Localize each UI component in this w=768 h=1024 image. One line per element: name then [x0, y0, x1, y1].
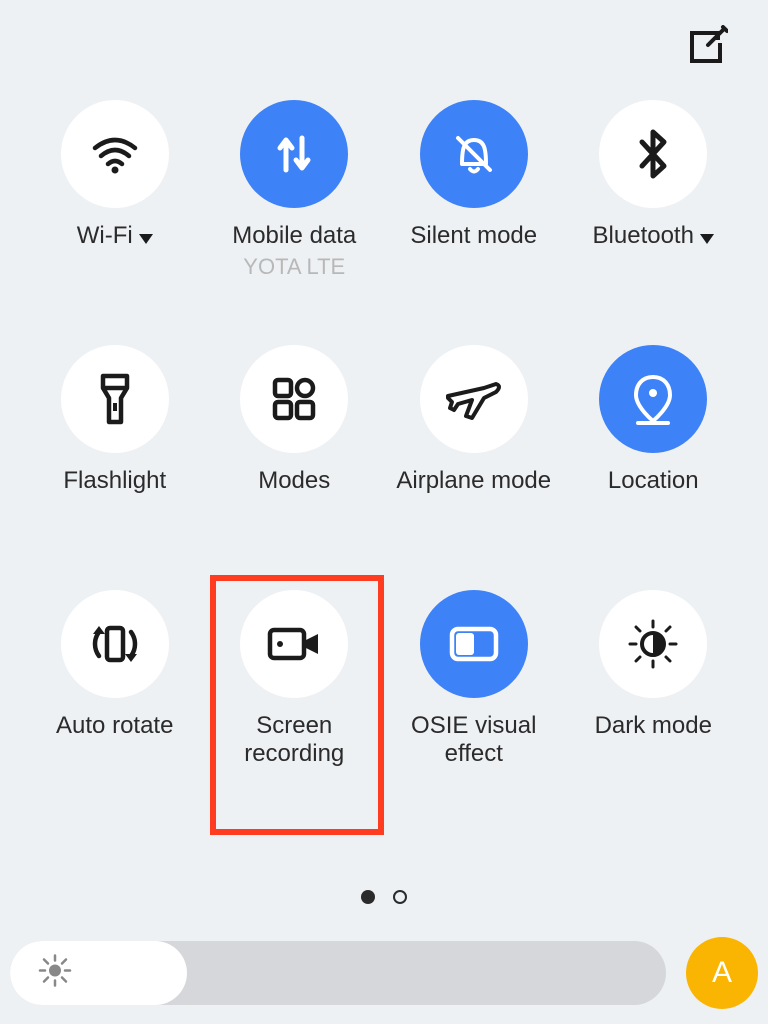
tile-bluetooth[interactable]: Bluetooth [564, 100, 744, 280]
auto-brightness-button[interactable]: A [686, 937, 758, 1009]
auto-brightness-label: A [712, 956, 732, 990]
tile-label-block: Flashlight [63, 467, 166, 525]
tile-label: Modes [258, 467, 330, 495]
tile-label-block: Auto rotate [56, 712, 173, 770]
tile-silent-mode[interactable]: Silent mode [384, 100, 564, 280]
dark-icon [599, 590, 707, 698]
modes-icon [240, 345, 348, 453]
edit-tiles-button[interactable] [684, 25, 728, 69]
brightness-slider-fill [10, 941, 187, 1005]
tile-mobile-data[interactable]: Mobile data YOTA LTE [205, 100, 385, 280]
tile-label-block: Location [608, 467, 699, 525]
wifi-icon [61, 100, 169, 208]
tile-label: Flashlight [63, 467, 166, 495]
tile-wifi[interactable]: Wi-Fi [25, 100, 205, 280]
tile-label: Screen recording [205, 712, 385, 768]
tile-label-block: Wi-Fi [77, 222, 153, 280]
tile-osie-visual-effect[interactable]: OSIE visual effect [384, 590, 564, 770]
brightness-row: A [10, 937, 758, 1009]
tile-label-block: Airplane mode [396, 467, 551, 525]
tile-label-block: Bluetooth [593, 222, 714, 280]
page-indicator[interactable] [0, 890, 768, 904]
chevron-down-icon [139, 223, 153, 251]
tile-dark-mode[interactable]: Dark mode [564, 590, 744, 770]
tile-label-block: OSIE visual effect [384, 712, 564, 770]
flashlight-icon [61, 345, 169, 453]
tile-modes[interactable]: Modes [205, 345, 385, 525]
tile-flashlight[interactable]: Flashlight [25, 345, 205, 525]
tile-label: Silent mode [410, 222, 537, 250]
brightness-icon [38, 954, 72, 993]
tile-label-block: Dark mode [595, 712, 712, 770]
tile-label: Location [608, 467, 699, 495]
tile-label: Bluetooth [593, 222, 714, 251]
osie-icon [420, 590, 528, 698]
tile-label: OSIE visual effect [384, 712, 564, 768]
tile-label: Auto rotate [56, 712, 173, 740]
page-dot-1 [393, 890, 407, 904]
brightness-slider[interactable] [10, 941, 666, 1005]
data-icon [240, 100, 348, 208]
location-icon [599, 345, 707, 453]
tile-airplane-mode[interactable]: Airplane mode [384, 345, 564, 525]
page-dot-0 [361, 890, 375, 904]
rotate-icon [61, 590, 169, 698]
tile-label: Airplane mode [396, 467, 551, 495]
tile-label-block: Silent mode [410, 222, 537, 280]
mute-icon [420, 100, 528, 208]
tile-auto-rotate[interactable]: Auto rotate [25, 590, 205, 770]
airplane-icon [420, 345, 528, 453]
tile-label: Mobile data [232, 222, 356, 250]
tile-sublabel: YOTA LTE [243, 254, 345, 280]
tile-label: Dark mode [595, 712, 712, 740]
tile-label: Wi-Fi [77, 222, 153, 251]
tile-label-block: Mobile data YOTA LTE [232, 222, 356, 280]
tile-screen-recording[interactable]: Screen recording [205, 590, 385, 770]
record-icon [240, 590, 348, 698]
tile-label-block: Modes [258, 467, 330, 525]
quick-settings-panel: Wi-Fi Mobile data YOTA LTE Silent mode Bluet… [0, 0, 768, 1024]
tile-label-block: Screen recording [205, 712, 385, 770]
chevron-down-icon [700, 223, 714, 251]
edit-icon [684, 25, 728, 69]
tile-location[interactable]: Location [564, 345, 744, 525]
bluetooth-icon [599, 100, 707, 208]
